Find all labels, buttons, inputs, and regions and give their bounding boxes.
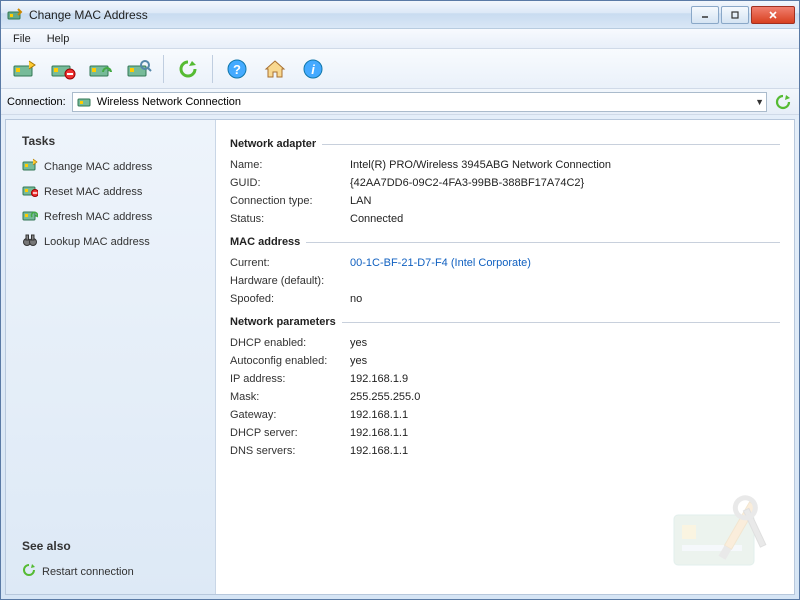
task-change-mac[interactable]: Change MAC address [16,154,205,179]
content-area: Tasks Change MAC address Reset MAC addre… [5,119,795,595]
task-label: Reset MAC address [44,186,142,198]
row-adapter-guid: GUID:{42AA7DD6-09C2-4FA3-99BB-388BF17A74… [230,174,780,192]
app-icon [7,7,23,23]
toolbar-about[interactable]: i [295,52,331,86]
network-card-reset-icon [22,183,38,200]
task-lookup-mac[interactable]: Lookup MAC address [16,229,205,254]
connection-value: Wireless Network Connection [97,96,241,108]
window-title: Change MAC Address [29,8,691,22]
tasks-heading: Tasks [22,134,205,148]
toolbar-reset-mac[interactable] [45,52,81,86]
row-mac-hardware: Hardware (default): [230,272,780,290]
svg-text:i: i [311,62,315,77]
row-ip-address: IP address:192.168.1.9 [230,370,780,388]
svg-text:?: ? [233,62,241,77]
menu-help[interactable]: Help [39,31,78,47]
refresh-icon [22,563,36,580]
seealso-restart-connection[interactable]: Restart connection [16,559,205,584]
row-mac-spoofed: Spoofed:no [230,290,780,308]
menu-file[interactable]: File [5,31,39,47]
task-label: Change MAC address [44,161,152,173]
task-reset-mac[interactable]: Reset MAC address [16,179,205,204]
app-window: Change MAC Address File Help ? [0,0,800,600]
toolbar-home[interactable] [257,52,293,86]
toolbar-separator [212,55,213,83]
watermark-icon [668,485,788,588]
section-network-parameters: Network parameters [230,316,780,328]
seealso-heading: See also [22,539,205,553]
mac-current-link[interactable]: 00-1C-BF-21-D7-F4 (Intel Corporate) [350,257,780,269]
toolbar-change-mac[interactable] [7,52,43,86]
binoculars-icon [22,233,38,250]
connection-label: Connection: [7,96,66,108]
row-dhcp-server: DHCP server:192.168.1.1 [230,424,780,442]
toolbar-separator [163,55,164,83]
row-autoconfig: Autoconfig enabled:yes [230,352,780,370]
connection-refresh-button[interactable] [773,92,793,112]
toolbar-random-mac[interactable] [83,52,119,86]
toolbar-refresh[interactable] [170,52,206,86]
section-network-adapter: Network adapter [230,138,780,150]
sidebar: Tasks Change MAC address Reset MAC addre… [6,120,216,594]
task-label: Lookup MAC address [44,236,150,248]
row-gateway: Gateway:192.168.1.1 [230,406,780,424]
network-card-edit-icon [22,158,38,175]
titlebar: Change MAC Address [1,1,799,29]
row-mask: Mask:255.255.255.0 [230,388,780,406]
task-refresh-mac[interactable]: Refresh MAC address [16,204,205,229]
row-adapter-status: Status:Connected [230,210,780,228]
task-label: Refresh MAC address [44,211,152,223]
connection-bar: Connection: Wireless Network Connection … [1,89,799,115]
details-panel: Network adapter Name:Intel(R) PRO/Wirele… [216,120,794,594]
seealso-label: Restart connection [42,566,134,578]
network-card-refresh-icon [22,208,38,225]
row-dhcp-enabled: DHCP enabled:yes [230,334,780,352]
connection-dropdown[interactable]: Wireless Network Connection ▼ [72,92,767,112]
toolbar-lookup-mac[interactable] [121,52,157,86]
toolbar: ? i [1,49,799,89]
row-adapter-conntype: Connection type:LAN [230,192,780,210]
menubar: File Help [1,29,799,49]
section-mac-address: MAC address [230,236,780,248]
toolbar-help[interactable]: ? [219,52,255,86]
chevron-down-icon: ▼ [755,97,764,107]
row-adapter-name: Name:Intel(R) PRO/Wireless 3945ABG Netwo… [230,156,780,174]
minimize-button[interactable] [691,6,719,24]
network-card-icon [77,96,93,108]
maximize-button[interactable] [721,6,749,24]
row-mac-current: Current:00-1C-BF-21-D7-F4 (Intel Corpora… [230,254,780,272]
row-dns-servers: DNS servers:192.168.1.1 [230,442,780,460]
close-button[interactable] [751,6,795,24]
window-controls [691,6,795,24]
